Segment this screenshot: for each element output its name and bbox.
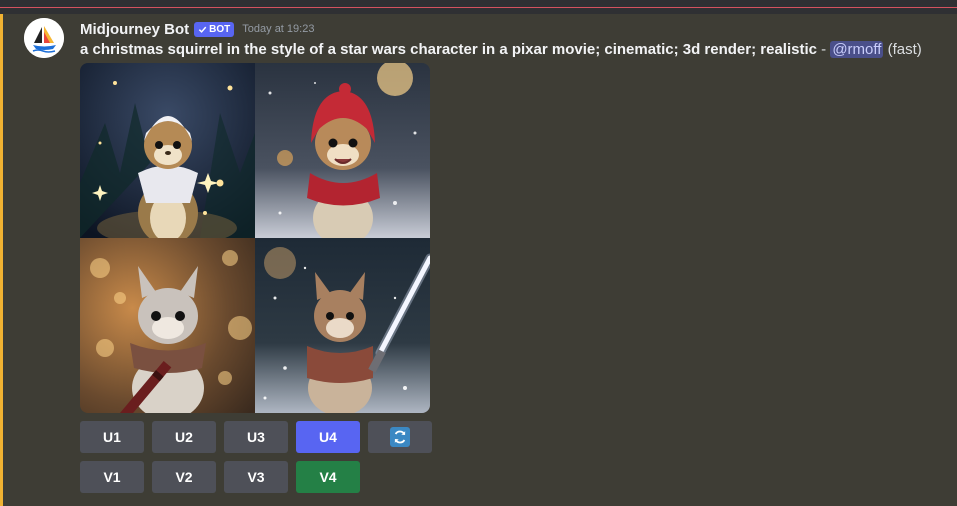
variation-2-button[interactable]: V2 [152, 461, 216, 493]
username[interactable]: Midjourney Bot [80, 21, 189, 38]
upscale-4-button[interactable]: U4 [296, 421, 360, 453]
message-content: a christmas squirrel in the style of a s… [80, 41, 922, 58]
timestamp: Today at 19:23 [242, 23, 315, 35]
new-messages-divider [0, 7, 957, 8]
image-tile-2[interactable] [255, 63, 430, 238]
upscale-1-button[interactable]: U1 [80, 421, 144, 453]
image-tile-1[interactable] [80, 63, 255, 238]
upscale-3-button[interactable]: U3 [224, 421, 288, 453]
avatar[interactable] [24, 18, 64, 58]
image-tile-4[interactable] [255, 238, 430, 413]
speed-label: (fast) [887, 41, 922, 58]
message-header: Midjourney Bot BOT Today at 19:23 [80, 19, 314, 39]
variation-3-button[interactable]: V3 [224, 461, 288, 493]
verified-check-icon [199, 26, 207, 33]
variation-4-button[interactable]: V4 [296, 461, 360, 493]
squirrel-red-hood-image [255, 63, 430, 238]
mention-highlight-bar [0, 14, 3, 506]
user-mention[interactable]: @rmoff [830, 41, 884, 58]
upscale-2-button[interactable]: U2 [152, 421, 216, 453]
prompt-text: a christmas squirrel in the style of a s… [80, 41, 817, 58]
image-tile-3[interactable] [80, 238, 255, 413]
sailboat-icon [24, 18, 64, 58]
squirrel-lightsaber-image [255, 238, 430, 413]
reroll-icon [390, 427, 410, 447]
bot-badge: BOT [194, 21, 235, 37]
variation-1-button[interactable]: V1 [80, 461, 144, 493]
image-grid[interactable] [80, 63, 430, 413]
bot-badge-label: BOT [209, 23, 231, 35]
reroll-button[interactable] [368, 421, 432, 453]
squirrel-bokeh-image [80, 238, 255, 413]
squirrel-white-hood-image [80, 63, 255, 238]
separator: - [816, 41, 831, 58]
